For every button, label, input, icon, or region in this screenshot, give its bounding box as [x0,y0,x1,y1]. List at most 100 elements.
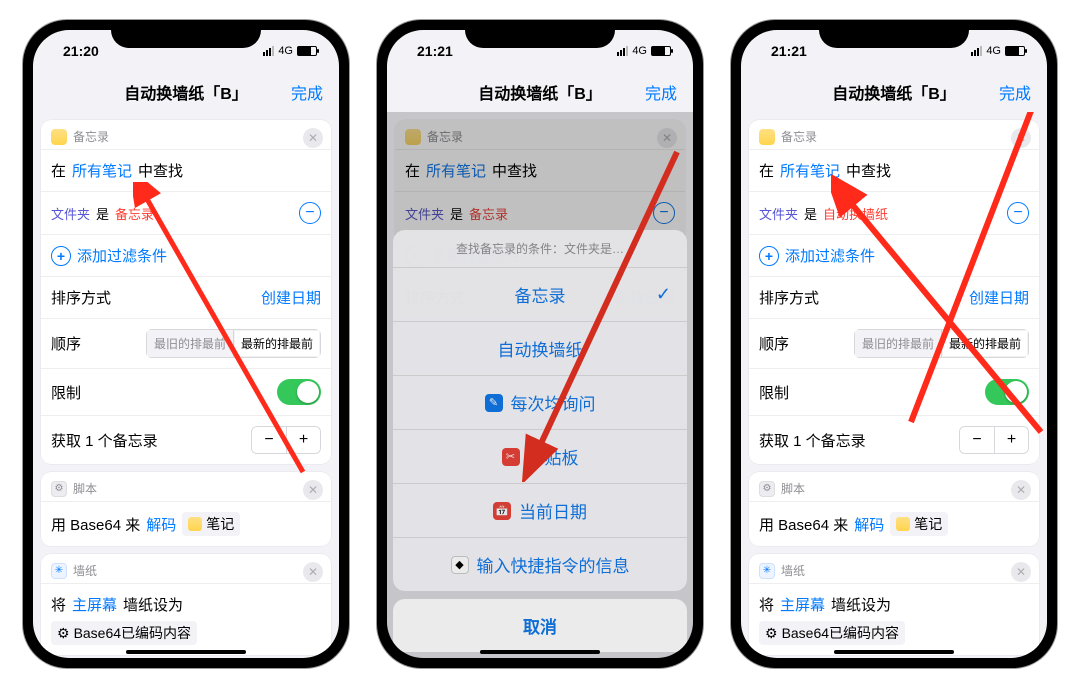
close-card-button[interactable]: ✕ [1011,480,1031,500]
limit-switch[interactable] [985,379,1029,405]
close-card-button[interactable]: ✕ [303,562,323,582]
card-app-label: 脚本 [781,480,805,497]
stepper-plus[interactable]: + [994,427,1028,453]
card-app-label: 脚本 [73,480,97,497]
add-filter-label[interactable]: 添加过滤条件 [77,245,167,266]
count-stepper[interactable]: − + [959,426,1029,454]
seg-oldest[interactable]: 最旧的排最前 [854,329,942,358]
home-indicator [834,650,954,654]
sort-label: 排序方式 [51,287,111,308]
wallpaper-app-icon: ✳ [759,563,775,579]
limit-label: 限制 [51,382,81,403]
action-sheet-overlay[interactable]: 查找备忘录的条件：文件夹是… 备忘录 ✓ 自动换墙纸 ✎ 每次均询问 ✂ 剪贴 [387,112,693,658]
seg-newest[interactable]: 最新的排最前 [942,329,1029,358]
decode-link[interactable]: 解码 [146,514,176,535]
base64-token[interactable]: ⚙ Base64已编码内容 [51,621,197,645]
card-app-label: 备忘录 [73,128,109,145]
card-app-label: 备忘录 [781,128,817,145]
order-segmented[interactable]: 最旧的排最前 最新的排最前 [146,329,321,358]
close-card-button[interactable]: ✕ [303,480,323,500]
home-indicator [126,650,246,654]
notes-token-icon [188,517,202,531]
find-notes-card: 备忘录 ✕ 在 所有笔记 中查找 文件夹 是 备忘录 − + 添加过滤条件 [41,120,331,464]
signal-icon [617,46,628,56]
home-indicator [480,650,600,654]
get-one-label: 获取 1 个备忘录 [51,430,158,451]
seg-oldest[interactable]: 最旧的排最前 [146,329,234,358]
note-token[interactable]: 笔记 [890,512,948,536]
sheet-option-ask[interactable]: ✎ 每次均询问 [393,376,687,430]
sheet-option-date[interactable]: 📅 当前日期 [393,484,687,538]
count-stepper[interactable]: − + [251,426,321,454]
ask-icon: ✎ [485,394,503,412]
notch [111,20,261,48]
done-button[interactable]: 完成 [645,80,677,104]
text-set1: 将 [51,594,66,615]
sheet-option-notes[interactable]: 备忘录 ✓ [393,268,687,322]
signal-icon [971,46,982,56]
seg-newest[interactable]: 最新的排最前 [234,329,321,358]
stepper-minus[interactable]: − [252,427,286,453]
decode-link[interactable]: 解码 [854,514,884,535]
base64-card: ⚙ 脚本 ✕ 用 Base64 来 解码 笔记 [41,472,331,546]
home-screen-link[interactable]: 主屏幕 [780,594,825,615]
add-filter-icon[interactable]: + [759,246,779,266]
add-filter-icon[interactable]: + [51,246,71,266]
nav-bar: 自动换墙纸「B」 完成 [33,72,339,112]
check-icon: ✓ [656,284,671,305]
notes-app-icon [759,129,775,145]
date-icon: 📅 [493,502,511,520]
close-card-button[interactable]: ✕ [1011,562,1031,582]
sort-value[interactable]: 创建日期 [969,287,1029,308]
order-segmented[interactable]: 最旧的排最前 最新的排最前 [854,329,1029,358]
nav-title: 自动换墙纸「B」 [478,80,602,104]
sheet-option-shortcut-input[interactable]: ◆ 输入快捷指令的信息 [393,538,687,591]
text-in: 在 [51,160,66,181]
card-app-label: 墙纸 [73,562,97,579]
sheet-option-label: 每次均询问 [511,390,596,415]
note-token[interactable]: 笔记 [182,512,240,536]
sheet-option-label: 备忘录 [515,282,566,307]
folder-value[interactable]: 备忘录 [115,204,154,223]
folder-value[interactable]: 自动换墙纸 [823,204,888,223]
notch [819,20,969,48]
sheet-option-label: 剪贴板 [528,444,579,469]
note-token-label: 笔记 [914,514,942,534]
sheet-option-auto-wall[interactable]: 自动换墙纸 [393,322,687,376]
nav-title: 自动换墙纸「B」 [124,80,248,104]
sort-value[interactable]: 创建日期 [261,287,321,308]
stepper-minus[interactable]: − [960,427,994,453]
stepper-plus[interactable]: + [286,427,320,453]
shortcut-icon: ◆ [451,556,469,574]
base64-token[interactable]: ⚙ Base64已编码内容 [759,621,905,645]
add-filter-label[interactable]: 添加过滤条件 [785,245,875,266]
gear-icon: ⚙ [765,625,778,642]
network-label: 4G [986,45,1001,57]
sheet-option-label: 输入快捷指令的信息 [477,552,630,577]
clock: 21:21 [771,43,807,59]
close-card-button[interactable]: ✕ [1011,128,1031,148]
limit-switch[interactable] [277,379,321,405]
text-use: 用 Base64 来 [759,514,848,535]
wallpaper-card: ✳ 墙纸 ✕ 将 主屏幕 墙纸设为 ⚙ Base64已编码内容 [41,554,331,655]
nav-title: 自动换墙纸「B」 [832,80,956,104]
sheet-option-clipboard[interactable]: ✂ 剪贴板 [393,430,687,484]
notes-app-icon [51,129,67,145]
text-set1: 将 [759,594,774,615]
done-button[interactable]: 完成 [999,80,1031,104]
sort-label: 排序方式 [759,287,819,308]
text-set2: 墙纸设为 [831,594,891,615]
done-button[interactable]: 完成 [291,80,323,104]
note-token-label: 笔记 [206,514,234,534]
home-screen-link[interactable]: 主屏幕 [72,594,117,615]
remove-filter-button[interactable]: − [299,202,321,224]
text-in: 在 [759,160,774,181]
all-notes-link[interactable]: 所有笔记 [780,160,840,181]
sheet-cancel-button[interactable]: 取消 [393,599,687,652]
remove-filter-button[interactable]: − [1007,202,1029,224]
phone-frame-2: 21:21 4G 自动换墙纸「B」 完成 备忘录 ✕ 在 所有笔记 [377,20,703,668]
sheet-option-label: 当前日期 [519,498,587,523]
all-notes-link[interactable]: 所有笔记 [72,160,132,181]
base64-token-label: Base64已编码内容 [74,623,191,643]
close-card-button[interactable]: ✕ [303,128,323,148]
